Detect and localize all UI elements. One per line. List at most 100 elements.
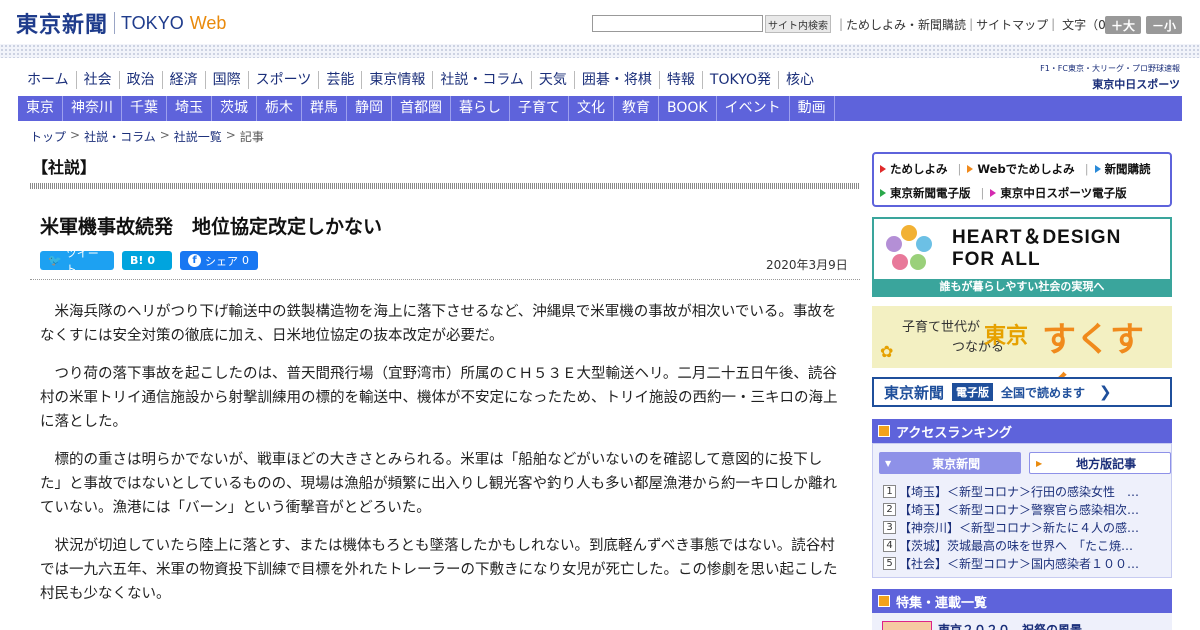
tweet-label: ツイート — [65, 246, 99, 276]
article-headline: 米軍機事故続発 地位協定改定しかない — [40, 216, 383, 238]
nav-society[interactable]: 社会 — [75, 71, 119, 89]
subscribe-link[interactable]: 新聞購読 — [1094, 161, 1151, 177]
heart-banner-top: HEART＆DESIGN FOR ALL — [874, 219, 1170, 279]
nav-go-shogi[interactable]: 囲碁・将棋 — [573, 71, 659, 89]
chunichi-sports-digital-link[interactable]: 東京中日スポーツ電子版 — [990, 185, 1127, 201]
nav-sports[interactable]: スポーツ — [247, 71, 319, 89]
nav-tokyo-hatsu[interactable]: TOKYO発 — [701, 71, 778, 89]
heart-title-line2: FOR ALL — [952, 249, 1041, 270]
nav-culture[interactable]: 文化 — [569, 96, 614, 121]
ranking-item[interactable]: 4 【茨城】茨城最高の味を世界へ 「たこ焼… — [883, 536, 1163, 554]
facebook-share-button[interactable]: f シェア 0 — [180, 251, 258, 270]
heart-design-title: HEART＆DESIGN FOR ALL — [952, 227, 1121, 271]
region-tochigi[interactable]: 栃木 — [257, 96, 302, 121]
flower-icon: ✿ — [880, 342, 894, 361]
access-ranking-panel: ▼ 東京新聞 ▶ 地方版記事 1 【埼玉】＜新型コロナ＞行田の感染女性 … 2 【埼玉】… — [872, 443, 1172, 578]
site-search-input[interactable] — [592, 15, 763, 32]
ranking-item-title: 【埼玉】＜新型コロナ＞警察官ら感染相次… — [899, 502, 1140, 517]
nav-education[interactable]: 教育 — [614, 96, 659, 121]
facebook-share-count: 0 — [242, 254, 249, 267]
feature-item-title[interactable]: 東京２０２０ 祝祭の風景 — [938, 621, 1082, 630]
region-chiba[interactable]: 千葉 — [122, 96, 167, 121]
nav-special-report[interactable]: 特報 — [658, 71, 702, 89]
section-bullet-icon — [878, 595, 890, 607]
trial-subscribe-link[interactable]: ためしよみ・新聞購読 — [846, 16, 966, 33]
nav-tokyo-info[interactable]: 東京情報 — [361, 71, 432, 89]
nav-politics[interactable]: 政治 — [118, 71, 162, 89]
tab-tokyo-shimbun[interactable]: ▼ 東京新聞 — [879, 452, 1021, 474]
heart-design-logo-icon — [884, 224, 934, 274]
region-shizuoka[interactable]: 静岡 — [347, 96, 392, 121]
ranking-item[interactable]: 3 【神奈川】＜新型コロナ＞新たに４人の感… — [883, 518, 1163, 536]
nav-home[interactable]: ホーム — [20, 71, 76, 89]
link-sep: | — [980, 186, 985, 200]
ranking-tabs: ▼ 東京新聞 ▶ 地方版記事 — [879, 452, 1171, 474]
tokyo-shimbun-digital-link[interactable]: 東京新聞電子版 — [880, 185, 971, 201]
nav-economy[interactable]: 経済 — [161, 71, 205, 89]
nav-book[interactable]: BOOK — [659, 96, 717, 121]
sports-logo-tagline: F1・FC東京・大リーグ・プロ野球速報 — [1040, 64, 1180, 73]
nav-editorial-column[interactable]: 社説・コラム — [432, 71, 531, 89]
article-paragraph: つり荷の落下事故を起こしたのは、普天間飛行場（宜野湾市）所属のＣＨ５３Ｅ大型輸送… — [40, 366, 838, 430]
chunichi-sports-logo[interactable]: F1・FC東京・大リーグ・プロ野球速報 東京中日スポーツ — [1022, 63, 1180, 91]
site-logo[interactable]: 東京新聞 TOKYO Web — [16, 8, 226, 38]
hatena-bookmark-button[interactable]: B! 0 — [122, 251, 172, 270]
region-gunma[interactable]: 群馬 — [302, 96, 347, 121]
nav-events[interactable]: イベント — [717, 96, 790, 121]
chevron-right-icon: ❯ — [1099, 383, 1112, 401]
ranking-item[interactable]: 5 【社会】＜新型コロナ＞国内感染者１００… — [883, 554, 1163, 572]
nav-entertainment[interactable]: 芸能 — [318, 71, 361, 89]
breadcrumb: トップ > 社説・コラム > 社説一覧 > 記事 — [30, 128, 264, 145]
facebook-icon: f — [188, 254, 201, 267]
sukusuku-banner[interactable]: 子育て世代が つながる 東京 すくすく ✿ — [872, 306, 1172, 409]
digital-links-row: 東京新聞電子版 | 東京中日スポーツ電子版 — [880, 181, 1164, 205]
util-sep: | — [839, 17, 844, 31]
epaper-text: 全国で読めます — [1001, 385, 1086, 400]
digital-edition-banner[interactable]: 東京新聞 電子版 全国で読めます ❯ — [872, 377, 1172, 407]
feature-thumbnail[interactable] — [882, 621, 932, 630]
breadcrumb-editorial-list[interactable]: 社説一覧 — [174, 128, 222, 145]
article-body: 米海兵隊のヘリがつり下げ輸送中の鉄製構造物を海上に落下させるなど、沖縄県で米軍機… — [40, 300, 842, 620]
regional-nav: 東京 神奈川 千葉 埼玉 茨城 栃木 群馬 静岡 首都圏 暮らし 子育て 文化 … — [18, 96, 1182, 121]
heart-design-banner[interactable]: HEART＆DESIGN FOR ALL 誰もが暮らしやすい社会の実現へ — [872, 217, 1172, 297]
heart-banner-caption: 誰もが暮らしやすい社会の実現へ — [874, 279, 1170, 295]
region-saitama[interactable]: 埼玉 — [167, 96, 212, 121]
nav-core[interactable]: 核心 — [777, 71, 821, 89]
article-paragraph: 標的の重さは明らかでないが、戦車ほどの大きさとみられる。米軍は「船舶などがいない… — [40, 452, 838, 516]
util-sep: | — [1051, 17, 1056, 31]
nav-living[interactable]: 暮らし — [451, 96, 510, 121]
trial-read-link[interactable]: ためしよみ — [880, 161, 948, 177]
web-trial-read-link[interactable]: Webでためしよみ — [967, 161, 1075, 177]
region-capital-area[interactable]: 首都圏 — [392, 96, 451, 121]
ranking-item-title: 【埼玉】＜新型コロナ＞行田の感染女性 … — [899, 484, 1140, 499]
tab-regional-articles[interactable]: ▶ 地方版記事 — [1029, 452, 1171, 474]
twitter-bird-icon: 🐦 — [48, 254, 62, 267]
font-smaller-button[interactable]: －小 — [1146, 16, 1182, 34]
breadcrumb-sep: > — [159, 128, 170, 142]
ranking-item[interactable]: 2 【埼玉】＜新型コロナ＞警察官ら感染相次… — [883, 500, 1163, 518]
rank-number: 5 — [883, 556, 896, 570]
breadcrumb-editorial[interactable]: 社説・コラム — [84, 128, 156, 145]
epaper-badge: 電子版 — [952, 383, 994, 401]
subscription-links-row: ためしよみ | Webでためしよみ | 新聞購読 — [880, 157, 1164, 181]
nav-international[interactable]: 国際 — [204, 71, 248, 89]
site-search-button[interactable]: サイト内検索 — [765, 15, 831, 33]
triangle-icon — [990, 189, 997, 197]
region-tokyo[interactable]: 東京 — [18, 96, 63, 121]
region-ibaraki[interactable]: 茨城 — [212, 96, 257, 121]
tweet-button[interactable]: 🐦 ツイート — [40, 247, 114, 276]
nav-video[interactable]: 動画 — [790, 96, 835, 121]
nav-weather[interactable]: 天気 — [530, 71, 574, 89]
utility-links: | ためしよみ・新聞購読 | サイトマップ | 文字（0） — [836, 15, 1118, 33]
region-kanagawa[interactable]: 神奈川 — [63, 96, 122, 121]
tab-tokyo-shimbun-label: 東京新聞 — [932, 456, 981, 471]
web-trial-read-label: Webでためしよみ — [977, 162, 1075, 176]
article-date: 2020年3月9日 — [766, 258, 848, 272]
ranking-item[interactable]: 1 【埼玉】＜新型コロナ＞行田の感染女性 … — [883, 482, 1163, 500]
sitemap-link[interactable]: サイトマップ — [976, 16, 1048, 33]
util-sep: | — [969, 17, 974, 31]
breadcrumb-top[interactable]: トップ — [30, 128, 66, 145]
nav-parenting[interactable]: 子育て — [510, 96, 569, 121]
font-larger-button[interactable]: ＋大 — [1105, 16, 1141, 34]
article-paragraph: 米海兵隊のヘリがつり下げ輸送中の鉄製構造物を海上に落下させるなど、沖縄県で米軍機… — [40, 304, 837, 344]
